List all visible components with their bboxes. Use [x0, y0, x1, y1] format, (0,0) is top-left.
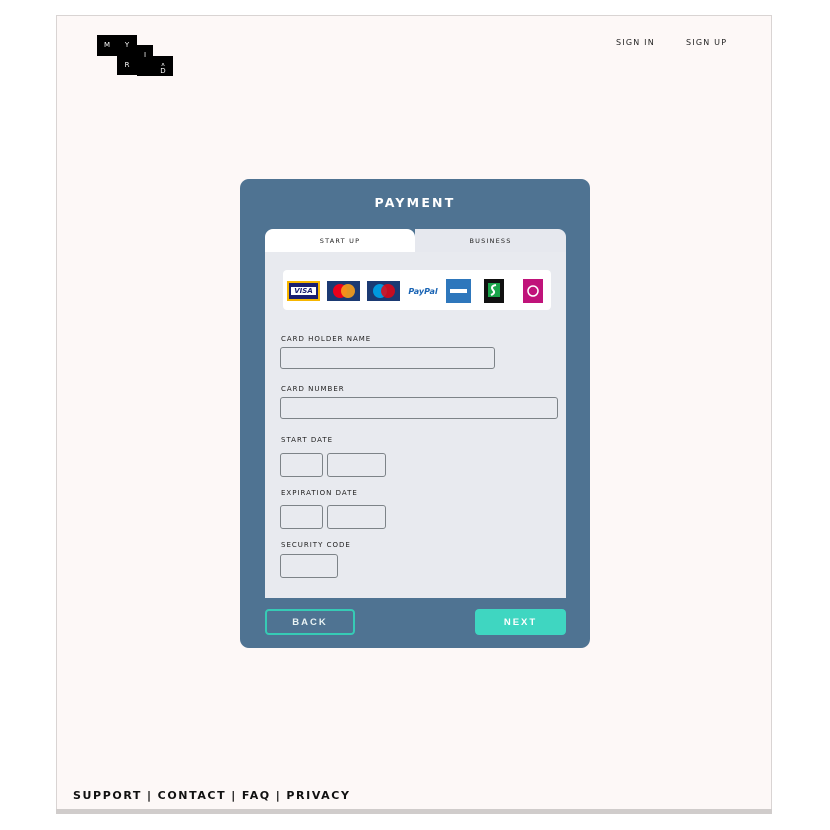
mastercard-icon	[327, 281, 360, 301]
security-code-label: SECURITY CODE	[281, 541, 351, 549]
maestro-card-icon	[367, 281, 400, 301]
footer-links: SUPPORT | CONTACT | FAQ | PRIVACY	[73, 789, 351, 802]
accepted-cards-strip: VISA PayPal	[283, 270, 551, 310]
footer-support-link[interactable]: SUPPORT	[73, 789, 142, 802]
page: M Y R I A D SIGN IN SIGN UP PAYMENT STAR…	[56, 15, 772, 811]
logo-letter-d: D	[153, 66, 173, 76]
card-holder-name-label: CARD HOLDER NAME	[281, 335, 372, 343]
visa-card-icon: VISA	[287, 281, 320, 301]
footer-privacy-link[interactable]: PRIVACY	[286, 789, 350, 802]
expiration-date-label: EXPIRATION DATE	[281, 489, 358, 497]
footer-separator: |	[231, 789, 237, 802]
card-number-input[interactable]	[280, 397, 558, 419]
logo-letter-y: Y	[117, 35, 137, 56]
logo-letter-m: M	[97, 35, 117, 56]
myriad-logo[interactable]: M Y R I A D	[97, 35, 173, 77]
start-date-label: START DATE	[281, 436, 334, 444]
logo-letter-i: I	[137, 45, 153, 66]
page-bottom-edge	[56, 809, 772, 814]
back-button[interactable]: BACK	[265, 609, 355, 635]
next-button[interactable]: NEXT	[475, 609, 566, 635]
payment-card: PAYMENT START UP BUSINESS VISA PayPal CA…	[240, 179, 590, 648]
card-number-label: CARD NUMBER	[281, 385, 345, 393]
sign-in-link[interactable]: SIGN IN	[616, 38, 655, 47]
payment-form-panel: VISA PayPal CARD HOLDER NAME CARD NUMBER…	[265, 252, 566, 598]
visa-card-label: VISA	[291, 287, 316, 295]
sign-up-link[interactable]: SIGN UP	[686, 38, 727, 47]
logo-letter-r: R	[117, 56, 137, 75]
logo-block	[137, 66, 153, 76]
footer-separator: |	[275, 789, 282, 802]
footer-separator: |	[147, 789, 153, 802]
switch-card-icon	[523, 279, 543, 303]
payment-title: PAYMENT	[374, 195, 456, 210]
tab-start-up[interactable]: START UP	[265, 229, 415, 253]
start-date-month-input[interactable]	[280, 453, 323, 477]
expiration-date-month-input[interactable]	[280, 505, 323, 529]
paypal-icon: PayPal	[408, 286, 438, 296]
solo-card-icon	[484, 279, 504, 303]
tab-business[interactable]: BUSINESS	[415, 229, 566, 253]
card-holder-name-input[interactable]	[280, 347, 495, 369]
security-code-input[interactable]	[280, 554, 338, 578]
footer-contact-link[interactable]: CONTACT	[158, 789, 227, 802]
footer-faq-link[interactable]: FAQ	[242, 789, 271, 802]
start-date-year-input[interactable]	[327, 453, 386, 477]
expiration-date-year-input[interactable]	[327, 505, 386, 529]
american-express-icon	[446, 279, 471, 303]
